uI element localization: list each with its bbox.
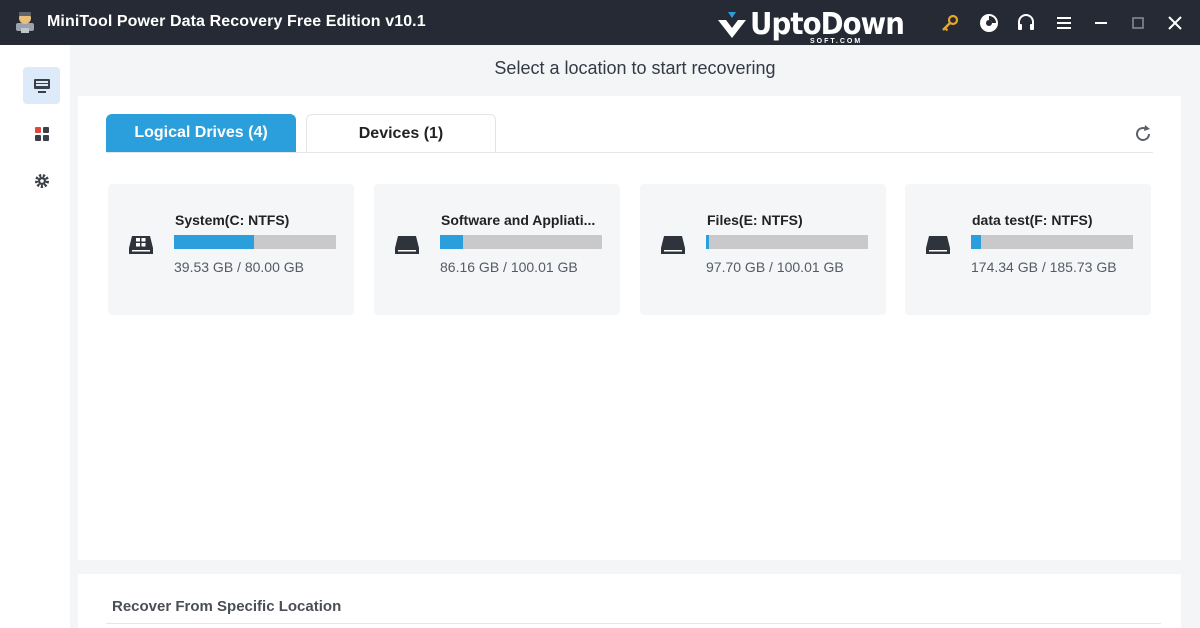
sidebar-item-this-pc[interactable]: [23, 67, 60, 104]
drive-name: System(C: NTFS): [175, 212, 290, 228]
drive-card-f[interactable]: data test(F: NTFS) 174.34 GB / 185.73 GB: [905, 184, 1151, 315]
sidebar-item-apps[interactable]: [23, 115, 60, 152]
drive-size: 86.16 GB / 100.01 GB: [440, 259, 578, 275]
minimize-icon[interactable]: [1089, 11, 1113, 35]
drive-icon: [395, 236, 419, 254]
drive-name: Files(E: NTFS): [707, 212, 803, 228]
refresh-icon[interactable]: [1132, 123, 1154, 145]
gear-icon: [34, 173, 49, 188]
maximize-icon[interactable]: [1126, 11, 1150, 35]
title-bar: MiniTool Power Data Recovery Free Editio…: [0, 0, 1200, 45]
computer-icon: [33, 78, 50, 93]
drive-icon: [926, 236, 950, 254]
tab-divider: [106, 152, 1153, 153]
usage-bar: [971, 235, 1133, 249]
drive-card-e[interactable]: Files(E: NTFS) 97.70 GB / 100.01 GB: [640, 184, 886, 315]
uptodown-logo-icon: [718, 12, 746, 38]
drive-size: 174.34 GB / 185.73 GB: [971, 259, 1117, 275]
watermark-subtext: SOFT.COM: [810, 38, 863, 45]
drive-name: data test(F: NTFS): [972, 212, 1093, 228]
drives-panel: Logical Drives (4) Devices (1) System(C:…: [78, 96, 1181, 560]
sidebar: [0, 45, 70, 628]
drive-card-c[interactable]: System(C: NTFS) 39.53 GB / 80.00 GB: [108, 184, 354, 315]
usage-bar: [174, 235, 336, 249]
close-icon[interactable]: [1163, 11, 1187, 35]
usage-bar: [706, 235, 868, 249]
disc-icon[interactable]: [977, 11, 1001, 35]
usage-bar: [440, 235, 602, 249]
drive-name: Software and Appliati...: [441, 212, 596, 228]
usage-bar-fill: [706, 235, 710, 249]
sidebar-item-settings[interactable]: [23, 162, 60, 199]
tab-logical-drives[interactable]: Logical Drives (4): [106, 114, 296, 152]
drive-size: 97.70 GB / 100.01 GB: [706, 259, 844, 275]
specific-location-title: Recover From Specific Location: [112, 598, 342, 615]
watermark-text: UptoDown: [750, 7, 905, 42]
usage-bar-fill: [440, 235, 463, 249]
apps-grid-icon: [34, 126, 49, 141]
windows-drive-icon: [129, 236, 153, 254]
app-logo-icon: [16, 12, 34, 33]
window-title: MiniTool Power Data Recovery Free Editio…: [47, 13, 426, 30]
usage-bar-fill: [174, 235, 255, 249]
page-title: Select a location to start recovering: [494, 58, 776, 78]
usage-bar-fill: [971, 235, 981, 249]
drive-size: 39.53 GB / 80.00 GB: [174, 259, 304, 275]
drive-icon: [661, 236, 685, 254]
uptodown-watermark: UptoDown SOFT.COM: [716, 7, 917, 45]
menu-icon[interactable]: [1052, 11, 1076, 35]
tab-devices[interactable]: Devices (1): [306, 114, 496, 152]
headset-icon[interactable]: [1014, 11, 1038, 35]
key-icon[interactable]: [938, 11, 962, 35]
specific-location-panel: Recover From Specific Location: [78, 574, 1181, 628]
drive-card-software[interactable]: Software and Appliati... 86.16 GB / 100.…: [374, 184, 620, 315]
section-divider: [106, 623, 1161, 624]
